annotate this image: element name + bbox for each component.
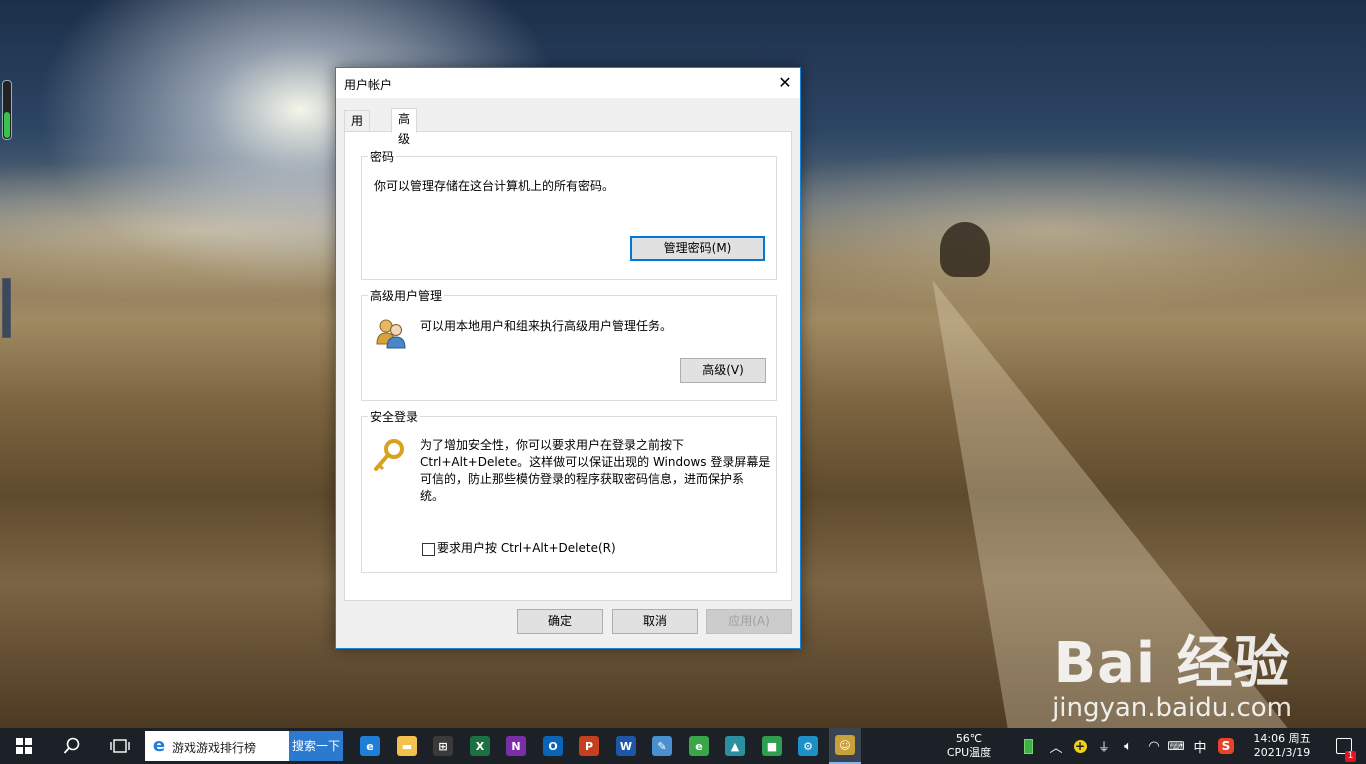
cpu-temp-value: 56℃ <box>955 732 983 745</box>
outlook-icon: O <box>543 736 563 756</box>
excel-icon: X <box>470 736 490 756</box>
apply-button[interactable]: 应用(A) <box>706 609 792 634</box>
volume-tray-icon[interactable]: 🔈︎ <box>1118 728 1138 764</box>
password-group-label: 密码 <box>368 148 397 165</box>
speaker-icon: 🔈︎ <box>1124 738 1132 754</box>
edge-taskbar-button[interactable]: e <box>354 728 386 764</box>
task-view-button[interactable] <box>106 728 134 764</box>
users-icon <box>376 319 406 349</box>
file-explorer-icon: ▬ <box>397 736 417 756</box>
word-taskbar-button[interactable]: W <box>610 728 642 764</box>
ie-icon: e <box>152 735 166 756</box>
close-button[interactable]: ✕ <box>770 68 800 98</box>
sogou-icon: S <box>1218 738 1234 754</box>
power-tray-icon[interactable]: ⏚ <box>1094 728 1114 764</box>
cpu-temp-widget[interactable]: 56℃ CPU温度 <box>940 732 998 760</box>
browser-360-icon: e <box>689 736 709 756</box>
browser-360-taskbar-button[interactable]: e <box>683 728 715 764</box>
baidu-watermark: Bai 经验 jingyan.baidu.com <box>1052 618 1292 723</box>
network-tray-icon[interactable]: ◠ <box>1144 728 1164 764</box>
battery-icon <box>1023 738 1033 754</box>
ime-indicator[interactable]: 中 <box>1190 728 1210 764</box>
secure-description-line-4: 统。 <box>420 489 445 503</box>
windows-logo-icon <box>16 738 32 754</box>
photos-taskbar-button[interactable]: ▲ <box>719 728 751 764</box>
advanced-button[interactable]: 高级(V) <box>680 358 766 383</box>
settings-taskbar-button[interactable]: ⚙ <box>792 728 824 764</box>
settings-icon: ⚙ <box>798 736 818 756</box>
photos-icon: ▲ <box>725 736 745 756</box>
keyboard-icon: ⌨ <box>1167 739 1185 753</box>
keyboard-tray-icon[interactable]: ⌨ <box>1166 728 1186 764</box>
app-gallery-icon: ■ <box>762 736 782 756</box>
powerpoint-icon: P <box>579 736 599 756</box>
file-explorer-taskbar-button[interactable]: ▬ <box>391 728 423 764</box>
start-button[interactable] <box>10 728 38 764</box>
plus-circle-icon: + <box>1073 738 1087 753</box>
onenote-taskbar-button[interactable]: N <box>500 728 532 764</box>
sogou-ime-icon-button[interactable]: S <box>1216 728 1236 764</box>
watermark-url: jingyan.baidu.com <box>1052 693 1292 723</box>
chevron-up-icon: ︿ <box>1049 740 1063 756</box>
manage-passwords-button[interactable]: 管理密码(M) <box>630 236 765 261</box>
store-taskbar-button[interactable]: ⊞ <box>427 728 459 764</box>
close-icon: ✕ <box>778 73 792 92</box>
secure-logon-group: 安全登录 为了增加安全性，你可以要求用户在登录之前按下 Ctrl+Alt+Del… <box>361 408 777 573</box>
wifi-icon: ◠ <box>1148 738 1160 754</box>
dialog-title: 用户帐户 <box>344 78 393 92</box>
user-accounts-icon: ☺ <box>835 735 855 755</box>
secure-description-line-3: 可信的，防止那些模仿登录的程序获取密码信息，进而保护系 <box>420 472 745 486</box>
advanced-user-management-group: 高级用户管理 可以用本地用户和组来执行高级用户管理任务。 高级(V) <box>361 287 777 401</box>
paint-taskbar-button[interactable]: ✎ <box>646 728 678 764</box>
paint-icon: ✎ <box>652 736 672 756</box>
notification-count-badge: 1 <box>1345 751 1356 762</box>
web-search-button[interactable]: 搜索一下 <box>289 731 343 761</box>
word-icon: W <box>616 736 636 756</box>
require-ctrl-alt-delete-checkbox[interactable] <box>422 543 435 556</box>
cpu-temp-label: CPU温度 <box>946 746 992 759</box>
wallpaper-tree <box>940 222 990 277</box>
password-description: 你可以管理存储在这台计算机上的所有密码。 <box>374 179 615 193</box>
password-group: 密码 你可以管理存储在这台计算机上的所有密码。 管理密码(M) <box>361 148 777 280</box>
advanced-tab-panel: 密码 你可以管理存储在这台计算机上的所有密码。 管理密码(M) 高级用户管理 可… <box>344 131 792 601</box>
powerpoint-taskbar-button[interactable]: P <box>573 728 605 764</box>
taskbar: e 游戏游戏排行榜 搜索一下 e ▬ ⊞ X N O P W ✎ e ▲ ■ ⚙ ☺ 56℃ CPU温度 … <box>0 728 1366 764</box>
advanced-group-label: 高级用户管理 <box>368 287 445 304</box>
require-ctrl-alt-delete-label[interactable]: 要求用户按 Ctrl+Alt+Delete(R) <box>437 540 616 557</box>
user-accounts-taskbar-button[interactable]: ☺ <box>829 728 861 764</box>
excel-taskbar-button[interactable]: X <box>464 728 496 764</box>
search-button[interactable] <box>58 728 86 764</box>
clock[interactable]: 14:06 周五 2021/3/19 <box>1244 732 1320 760</box>
web-search-text: 游戏游戏排行榜 <box>172 741 257 755</box>
secure-description-line-1: 为了增加安全性，你可以要求用户在登录之前按下 <box>420 438 685 452</box>
plug-icon: ⏚ <box>1097 739 1110 754</box>
dialog-titlebar[interactable]: 用户帐户 ✕ <box>336 68 800 98</box>
app-gallery-taskbar-button[interactable]: ■ <box>756 728 788 764</box>
user-accounts-dialog: 用户帐户 ✕ 用户 高级 密码 你可以管理存储在这台计算机上的所有密码。 管理密… <box>335 67 801 649</box>
search-icon <box>63 737 80 754</box>
tab-advanced[interactable]: 高级 <box>391 108 418 146</box>
clock-time: 14:06 周五 <box>1253 732 1311 745</box>
edge-icon: e <box>360 736 380 756</box>
secure-group-label: 安全登录 <box>368 408 421 425</box>
desktop-side-gadget[interactable] <box>2 278 11 338</box>
tab-users[interactable]: 用户 <box>344 110 371 148</box>
store-icon: ⊞ <box>433 736 453 756</box>
task-view-icon <box>110 739 130 753</box>
advanced-description: 可以用本地用户和组来执行高级用户管理任务。 <box>420 319 673 333</box>
action-center-button[interactable]: 1 <box>1330 728 1358 764</box>
show-hidden-icons-button[interactable]: ︿ <box>1046 728 1066 764</box>
outlook-taskbar-button[interactable]: O <box>537 728 569 764</box>
ok-button[interactable]: 确定 <box>517 609 603 634</box>
key-icon <box>374 439 404 471</box>
battery-tray-icon[interactable] <box>1018 728 1038 764</box>
onenote-icon: N <box>506 736 526 756</box>
desktop-meter-gadget[interactable] <box>2 80 12 140</box>
watermark-logo: Bai 经验 <box>1053 631 1291 696</box>
web-search-box[interactable]: e 游戏游戏排行榜 <box>145 731 289 761</box>
clock-date: 2021/3/19 <box>1253 746 1311 759</box>
tray-app-icon[interactable]: + <box>1070 728 1090 764</box>
cancel-button[interactable]: 取消 <box>612 609 698 634</box>
secure-description-line-2: Ctrl+Alt+Delete。这样做可以保证出现的 Windows 登录屏幕是 <box>420 455 771 469</box>
